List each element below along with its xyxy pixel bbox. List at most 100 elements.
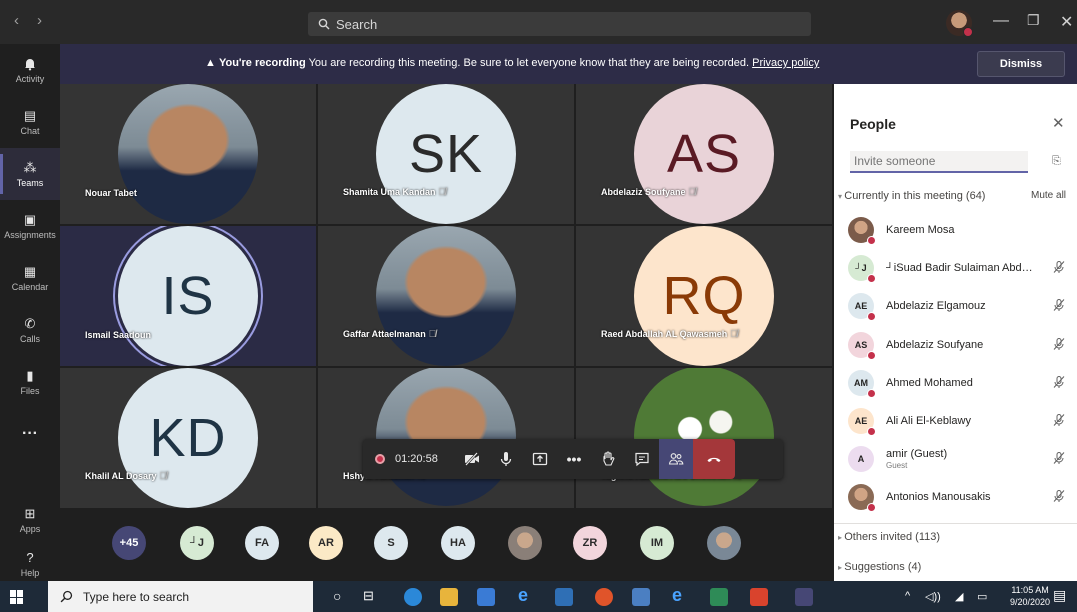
camera-off-button[interactable] bbox=[455, 439, 489, 479]
participant-initials-avatar[interactable]: ┘J bbox=[180, 526, 214, 560]
participant-initials-avatar[interactable]: FA bbox=[245, 526, 279, 560]
task-view-icon[interactable]: ⊟ bbox=[363, 588, 374, 604]
participant-initials-avatar[interactable]: S bbox=[374, 526, 408, 560]
participant-name-text: Abdelaziz Soufyane bbox=[886, 338, 984, 351]
video-tile[interactable]: RQ Raed Abdallah AL Qawasmeh 🎙̸ bbox=[576, 226, 832, 366]
video-tile[interactable]: IS Ismail Saadoun bbox=[60, 226, 316, 366]
suggestions-section[interactable]: ▸ Suggestions (4) bbox=[838, 561, 921, 573]
mic-off-icon[interactable] bbox=[1052, 337, 1066, 351]
mic-off-icon[interactable] bbox=[1052, 451, 1066, 465]
participant-row[interactable]: AM Ahmed Mohamed bbox=[848, 364, 1070, 402]
hang-up-button[interactable] bbox=[693, 439, 735, 479]
rail-item-calls[interactable]: ✆ Calls bbox=[0, 304, 60, 356]
video-tile[interactable]: AS Abdelaziz Soufyane 🎙̸ bbox=[576, 84, 832, 224]
rail-item-chat[interactable]: ▤ Chat bbox=[0, 96, 60, 148]
participant-photo bbox=[376, 226, 516, 366]
others-invited-label: Others invited (113) bbox=[844, 531, 941, 543]
video-tile[interactable]: Gaffar Attaelmanan 🎙̸ bbox=[318, 226, 574, 366]
mail-icon[interactable] bbox=[555, 588, 573, 606]
rail-item-[interactable]: ··· bbox=[0, 408, 60, 460]
participants-button[interactable] bbox=[659, 439, 693, 479]
notifications-icon[interactable]: ▤ bbox=[1053, 587, 1066, 604]
title-bar: ‹ › Search — ❐ ✕ bbox=[0, 0, 1077, 44]
more-participants-button[interactable]: +45 bbox=[112, 526, 146, 560]
mic-off-icon[interactable] bbox=[1052, 375, 1066, 389]
edge-legacy-icon[interactable]: e bbox=[672, 585, 690, 605]
guest-label: Guest bbox=[886, 461, 908, 471]
close-icon[interactable]: ✕ bbox=[1060, 12, 1073, 32]
profile-avatar[interactable] bbox=[946, 10, 973, 37]
participant-name: amir (Guest) Guest bbox=[886, 448, 1036, 470]
file-explorer-icon[interactable] bbox=[440, 588, 458, 606]
participant-photo-avatar[interactable] bbox=[707, 526, 741, 560]
mic-off-icon[interactable] bbox=[1052, 260, 1066, 274]
taskbar-search-input[interactable]: Type here to search bbox=[48, 581, 313, 612]
store-icon[interactable] bbox=[477, 588, 495, 606]
cortana-icon[interactable]: ○ bbox=[333, 588, 341, 604]
minimize-icon[interactable]: — bbox=[993, 12, 1009, 30]
participant-row[interactable]: AS Abdelaziz Soufyane bbox=[848, 326, 1070, 364]
participant-row[interactable]: ┘J ┘iSuad Badir Sulaiman Abda... bbox=[848, 249, 1070, 287]
participant-name-text: ┘iSuad Badir Sulaiman Abda... bbox=[886, 262, 1036, 275]
search-input[interactable]: Search bbox=[308, 12, 811, 36]
forward-arrow-icon[interactable]: › bbox=[37, 12, 42, 29]
close-panel-icon[interactable]: ✕ bbox=[1052, 114, 1065, 132]
system-clock[interactable]: 11:05 AM 9/20/2020 bbox=[1010, 584, 1050, 608]
video-tile[interactable]: Nouar Tabet bbox=[60, 84, 316, 224]
excel-icon[interactable] bbox=[710, 588, 728, 606]
back-arrow-icon[interactable]: ‹ bbox=[14, 12, 19, 29]
share-screen-button[interactable] bbox=[523, 439, 557, 479]
rail-item-assignments[interactable]: ▣ Assignments bbox=[0, 200, 60, 252]
notepad-icon[interactable] bbox=[632, 588, 650, 606]
participant-row[interactable]: Aamir (Guest) Guest bbox=[848, 440, 1070, 478]
maximize-icon[interactable]: ❐ bbox=[1027, 12, 1040, 29]
current-section-header[interactable]: ▾ Currently in this meeting (64) bbox=[838, 190, 985, 202]
rail-item-activity[interactable]: Activity bbox=[0, 44, 60, 96]
wifi-icon[interactable]: ◢ bbox=[955, 590, 963, 603]
raise-hand-button[interactable] bbox=[591, 439, 625, 479]
chrome-icon[interactable] bbox=[595, 588, 613, 606]
mic-off-icon[interactable] bbox=[1052, 298, 1066, 312]
participant-initials-avatar[interactable]: HA bbox=[441, 526, 475, 560]
mic-off-icon[interactable] bbox=[1052, 413, 1066, 427]
invite-input[interactable] bbox=[850, 151, 1028, 173]
video-tile[interactable]: Hshyar Abdullah🎙̸ bbox=[318, 368, 574, 508]
participant-initials-avatar[interactable]: IM bbox=[640, 526, 674, 560]
microphone-button[interactable] bbox=[489, 439, 523, 479]
people-icon bbox=[668, 453, 684, 465]
participant-row[interactable]: AE Ali Ali El-Keblawy bbox=[848, 402, 1070, 440]
participant-initials-avatar: AM bbox=[848, 369, 876, 398]
participant-row[interactable]: AE Abdelaziz Elgamouz bbox=[848, 287, 1070, 325]
mic-off-icon[interactable] bbox=[1052, 489, 1066, 503]
privacy-policy-link[interactable]: Privacy policy bbox=[752, 57, 819, 69]
chevron-up-icon[interactable]: ^ bbox=[905, 590, 910, 602]
more-actions-button[interactable]: ••• bbox=[557, 439, 591, 479]
participant-photo-avatar[interactable] bbox=[508, 526, 542, 560]
participant-row[interactable]: Kareem Mosa bbox=[848, 211, 1070, 249]
share-invite-icon[interactable]: ⎘ bbox=[1052, 155, 1061, 168]
edge-icon[interactable] bbox=[404, 588, 422, 606]
participant-initials-avatar: SK bbox=[376, 84, 516, 224]
participant-initials-avatar[interactable]: AR bbox=[309, 526, 343, 560]
windows-start-icon[interactable] bbox=[10, 590, 24, 604]
internet-explorer-icon[interactable]: e bbox=[518, 585, 536, 605]
status-badge bbox=[867, 274, 876, 284]
others-invited-section[interactable]: ▸ Others invited (113) bbox=[838, 531, 940, 543]
video-tile[interactable]: Taghrid Abdalla Abu Sheikhah🎙̸ bbox=[576, 368, 832, 508]
rail-item-teams[interactable]: ⁂ Teams bbox=[0, 148, 60, 200]
participant-row[interactable]: Antonios Manousakis bbox=[848, 478, 1070, 516]
mic-off-icon: 🎙̸ bbox=[428, 329, 437, 340]
powerpoint-icon[interactable] bbox=[750, 588, 768, 606]
video-tile[interactable]: KD Khalil AL Dosary 🎙̸ bbox=[60, 368, 316, 508]
teams-taskbar-icon[interactable] bbox=[795, 588, 813, 606]
battery-icon[interactable]: ▭ bbox=[977, 590, 987, 603]
dismiss-button[interactable]: Dismiss bbox=[977, 51, 1065, 77]
rail-item-files[interactable]: ▮ Files bbox=[0, 356, 60, 408]
mute-all-button[interactable]: Mute all bbox=[1031, 190, 1066, 201]
chat-icon bbox=[635, 452, 649, 467]
rail-item-calendar[interactable]: ▦ Calendar bbox=[0, 252, 60, 304]
volume-icon[interactable]: ◁)) bbox=[925, 590, 941, 603]
chat-button[interactable] bbox=[625, 439, 659, 479]
video-tile[interactable]: SK Shamita Uma Kandan 🎙̸ bbox=[318, 84, 574, 224]
participant-initials-avatar[interactable]: ZR bbox=[573, 526, 607, 560]
